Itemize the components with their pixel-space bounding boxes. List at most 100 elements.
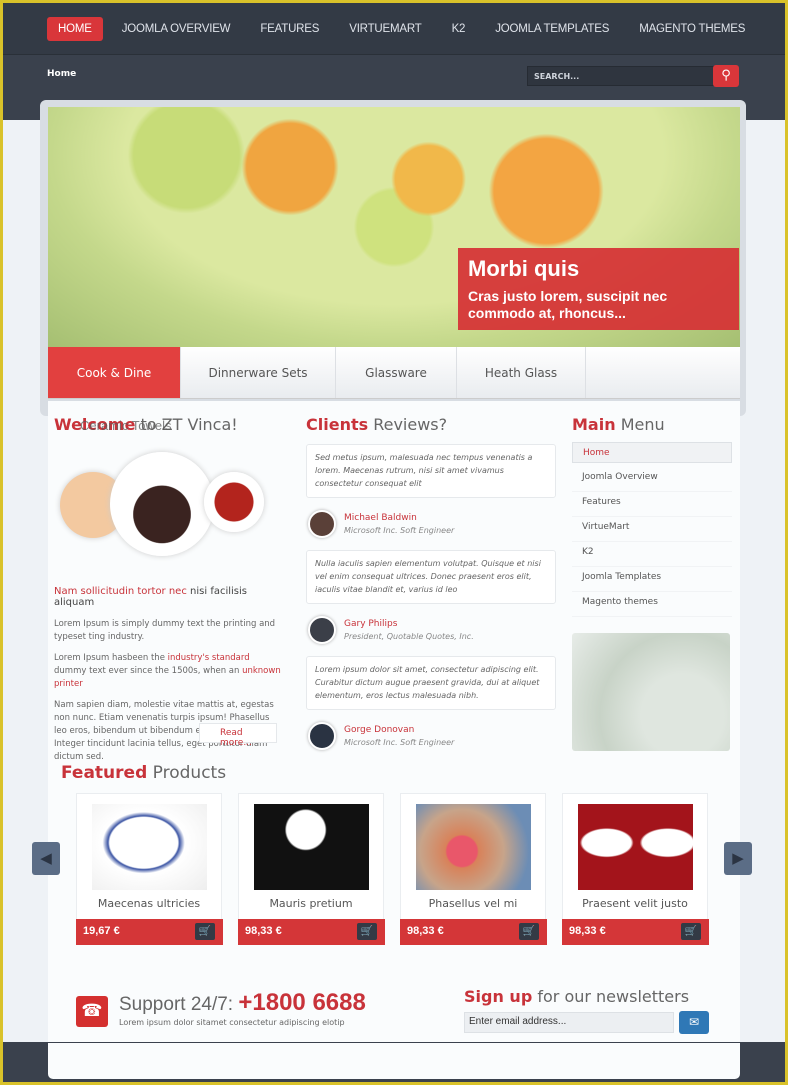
email-input[interactable]: Enter email address... <box>464 1012 674 1033</box>
nav-k2[interactable]: K2 <box>441 17 477 41</box>
menu-item-joomla-templates[interactable]: Joomla Templates <box>572 567 732 592</box>
product-name[interactable]: Phasellus vel mi <box>401 897 545 910</box>
product-image[interactable] <box>92 804 207 890</box>
product-price: 19,67 € <box>83 925 120 937</box>
search-icon: ⚲ <box>721 68 731 83</box>
footer-panel-extension <box>48 1043 740 1079</box>
cart-icon[interactable]: 🛒 <box>519 923 539 940</box>
menu-item-features[interactable]: Features <box>572 492 732 517</box>
menu-item-magento-themes[interactable]: Magento themes <box>572 592 732 617</box>
main-menu: Home Joomla Overview Features VirtueMart… <box>572 442 732 617</box>
newsletter-title: Sign up for our newsletters <box>464 987 690 1006</box>
product-image[interactable] <box>578 804 693 890</box>
breadcrumb[interactable]: Home <box>47 69 76 79</box>
main-nav: HOME JOOMLA OVERVIEW FEATURES VIRTUEMART… <box>3 3 785 55</box>
carousel-prev-button[interactable]: ◀ <box>32 842 60 875</box>
author-name[interactable]: Michael Baldwin <box>344 513 454 523</box>
review-quote: Sed metus ipsum, malesuada nec tempus ve… <box>306 444 556 498</box>
author-name[interactable]: Gary Philips <box>344 619 474 629</box>
tab-empty <box>586 347 740 398</box>
ceramics-photo <box>572 633 730 751</box>
cart-icon[interactable]: 🛒 <box>195 923 215 940</box>
author-title: Microsoft Inc. Soft Engineer <box>344 738 455 747</box>
review-quote: Nulla iaculis sapien elementum volutpat.… <box>306 550 556 604</box>
main-menu-section: Main Menu Home Joomla Overview Features … <box>572 415 732 751</box>
author-title: Microsoft Inc. Soft Engineer <box>344 526 455 535</box>
tab-glassware[interactable]: Glassware <box>336 347 457 398</box>
menu-item-k2[interactable]: K2 <box>572 542 732 567</box>
industry-standard-link[interactable]: industry's standard <box>168 653 250 663</box>
author-title: President, Quotable Quotes, Inc. <box>344 632 474 641</box>
nav-home[interactable]: HOME <box>47 16 103 41</box>
reviews-title: Clients Reviews? <box>306 415 448 434</box>
avatar <box>308 722 336 750</box>
chevron-right-icon: ▶ <box>732 849 744 867</box>
product-price-bar: 98,33 € 🛒 <box>238 919 385 945</box>
p2-text: dummy text ever since the 1500s, when an <box>54 666 243 676</box>
product-price-bar: 98,33 € 🛒 <box>400 919 547 945</box>
product-price-bar: 98,33 € 🛒 <box>562 919 709 945</box>
product-price: 98,33 € <box>245 925 282 937</box>
slider-title: Morbi quis <box>468 256 580 281</box>
product-card[interactable]: Mauris pretium 98,33 € 🛒 <box>238 793 385 945</box>
review-author: Gary Philips President, Quotable Quotes, … <box>306 604 556 656</box>
cart-icon[interactable]: 🛒 <box>357 923 377 940</box>
tab-cook-dine[interactable]: Cook & Dine <box>48 347 181 398</box>
welcome-overlay-text: Ceramic Towels <box>80 418 172 433</box>
page: HOME JOOMLA OVERVIEW FEATURES VIRTUEMART… <box>3 3 785 1082</box>
nav-joomla-overview[interactable]: JOOMLA OVERVIEW <box>111 17 242 41</box>
product-card[interactable]: Praesent velit justo 98,33 € 🛒 <box>562 793 709 945</box>
product-name[interactable]: Praesent velit justo <box>563 897 707 910</box>
jar-image <box>204 472 264 532</box>
tab-dinnerware-sets[interactable]: Dinnerware Sets <box>181 347 336 398</box>
ceramics-image <box>54 444 284 574</box>
avatar <box>308 510 336 538</box>
welcome-section: Welcome to ZT Vinca! Ceramic Towels Nam … <box>54 415 284 772</box>
reviews-section: Clients Reviews? Sed metus ipsum, malesu… <box>306 415 556 762</box>
author-name[interactable]: Gorge Donovan <box>344 725 454 735</box>
review-author: Gorge Donovan Microsoft Inc. Soft Enginee… <box>306 710 556 762</box>
nav-joomla-templates[interactable]: JOOMLA TEMPLATES <box>484 17 620 41</box>
nav-magento-themes[interactable]: MAGENTO THEMES <box>628 17 756 41</box>
review-author: Michael Baldwin Microsoft Inc. Soft Engin… <box>306 498 556 550</box>
product-card[interactable]: Maecenas ultricies 19,67 € 🛒 <box>76 793 223 945</box>
search-button[interactable]: ⚲ <box>713 65 739 87</box>
read-more-button[interactable]: Read more... <box>199 723 277 748</box>
featured-title: Featured Products <box>61 763 227 783</box>
slider-tabs: Cook & Dine Dinnerware Sets Glassware He… <box>48 347 740 399</box>
product-card[interactable]: Phasellus vel mi 98,33 € 🛒 <box>400 793 547 945</box>
review-quote: Lorem ipsum dolor sit amet, consectetur … <box>306 656 556 710</box>
welcome-heading-group: Welcome to ZT Vinca! Ceramic Towels <box>54 415 284 434</box>
vase-image <box>110 452 214 556</box>
welcome-p2: Lorem Ipsum hasbeen the industry's stand… <box>54 652 284 691</box>
product-image[interactable] <box>416 804 531 890</box>
nav-virtuemart[interactable]: VIRTUEMART <box>338 17 432 41</box>
welcome-p1: Lorem Ipsum is simply dummy text the pri… <box>54 619 276 642</box>
support-line: Support 24/7: +1800 6688 <box>119 989 366 1016</box>
product-price-bar: 19,67 € 🛒 <box>76 919 223 945</box>
product-image[interactable] <box>254 804 369 890</box>
subscribe-button[interactable]: ✉ <box>679 1011 709 1034</box>
menu-item-virtuemart[interactable]: VirtueMart <box>572 517 732 542</box>
menu-item-home[interactable]: Home <box>572 442 732 463</box>
phone-icon: ☎ <box>76 996 108 1027</box>
carousel-next-button[interactable]: ▶ <box>724 842 752 875</box>
welcome-lead: Nam sollicitudin tortor nec nisi facilis… <box>54 586 284 608</box>
slider-text: Cras justo lorem, suscipit nec commodo a… <box>468 288 668 321</box>
newsletter-icon: ✉ <box>688 1015 700 1029</box>
product-name[interactable]: Maecenas ultricies <box>77 897 221 910</box>
product-name[interactable]: Mauris pretium <box>239 897 383 910</box>
slider-caption: Morbi quis Cras justo lorem, suscipit ne… <box>458 248 739 330</box>
nav-features[interactable]: FEATURES <box>249 17 330 41</box>
search-input[interactable]: SEARCH... <box>527 66 715 86</box>
menu-item-joomla-overview[interactable]: Joomla Overview <box>572 467 732 492</box>
support-subtext: Lorem ipsum dolor sitamet consectetur ad… <box>119 1018 345 1027</box>
cart-icon[interactable]: 🛒 <box>681 923 701 940</box>
main-menu-title: Main Menu <box>572 415 665 434</box>
product-price: 98,33 € <box>569 925 606 937</box>
product-price: 98,33 € <box>407 925 444 937</box>
lead-link[interactable]: Nam sollicitudin tortor nec <box>54 586 187 597</box>
chevron-left-icon: ◀ <box>40 849 52 867</box>
p2-text: Lorem Ipsum hasbeen the <box>54 653 168 663</box>
tab-heath-glass[interactable]: Heath Glass <box>457 347 586 398</box>
